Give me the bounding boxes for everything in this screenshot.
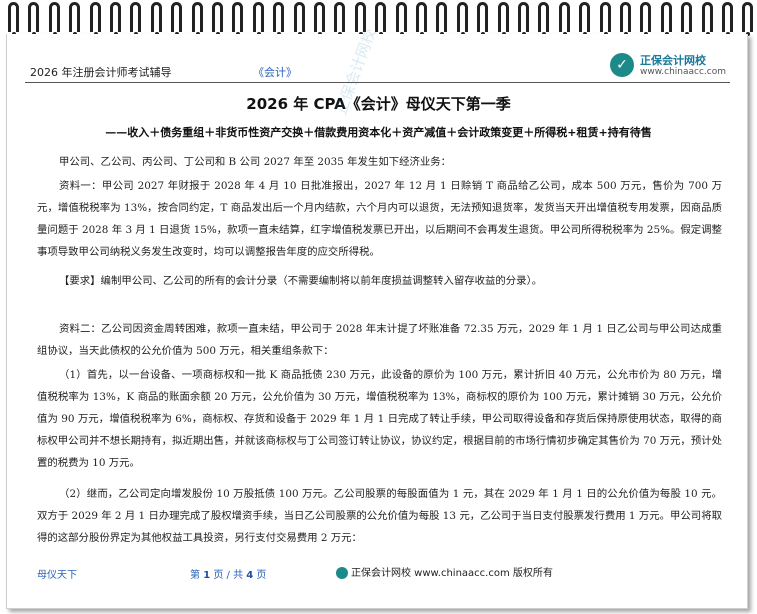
binding-ring xyxy=(640,2,652,36)
binding-ring xyxy=(477,2,489,36)
binding-ring xyxy=(497,2,509,36)
binding-ring xyxy=(538,2,550,36)
requirement-paragraph: 【要求】编制甲公司、乙公司的所有的会计分录（不需要编制将以前年度损益调整转入留存… xyxy=(59,275,543,287)
header-course: 2026 年注册会计师考试辅导 xyxy=(30,66,172,79)
binding-ring xyxy=(456,2,468,36)
footer-copyright: 正保会计网校 www.chinaacc.com 版权所有 xyxy=(336,564,553,579)
brand-logo: ✓ 正保会计网校 www.chinaacc.com xyxy=(610,52,740,86)
binding-ring xyxy=(171,2,183,36)
binding-ring xyxy=(436,2,448,36)
binding-ring xyxy=(48,2,60,36)
binding-ring xyxy=(681,2,693,36)
binding-ring xyxy=(314,2,325,36)
binding-ring xyxy=(273,2,285,36)
binding-ring xyxy=(110,2,121,36)
logo-url: www.chinaacc.com xyxy=(640,67,726,77)
binding-ring xyxy=(293,2,305,36)
binding-ring xyxy=(742,2,754,36)
binding-ring xyxy=(416,2,427,36)
binding-ring xyxy=(69,2,81,36)
footer-page-indicator: 第 1 页 / 共 4 页 xyxy=(190,566,266,581)
page-prefix: 第 xyxy=(190,570,200,581)
page-suffix: 页 xyxy=(256,570,267,581)
page-current: 1 xyxy=(203,570,211,581)
material-one-paragraph: 资料一：甲公司 2027 年财报于 2028 年 4 月 10 日批准报出，20… xyxy=(37,180,722,258)
binding-ring xyxy=(334,2,346,36)
logo-mark-icon: ✓ xyxy=(610,53,634,77)
binding-ring xyxy=(660,2,672,36)
binding-ring xyxy=(130,2,142,36)
binding-ring xyxy=(722,2,733,36)
binding-ring xyxy=(232,2,244,36)
binding-ring xyxy=(212,2,223,36)
binding-ring xyxy=(8,2,19,36)
binding-ring xyxy=(599,2,611,36)
binding-ring xyxy=(518,2,529,36)
document-title: 2026 年 CPA《会计》母仪天下第一季 xyxy=(246,95,511,113)
page-mid: 页 / 共 xyxy=(213,570,244,581)
binding-ring xyxy=(579,2,591,36)
binding-ring xyxy=(89,2,101,36)
binding-ring xyxy=(558,2,570,36)
document-subtitle: ——收入＋债务重组＋非货币性资产交换＋借款费用资本化＋资产减值＋会计政策变更＋所… xyxy=(105,126,652,139)
material-two-paragraph: 资料二：乙公司因资金周转困难，款项一直未结，甲公司于 2028 年末计提了坏账准… xyxy=(37,323,722,357)
item-two-paragraph: （2）继而，乙公司定向增发股份 10 万股抵债 100 万元。乙公司股票的每股面… xyxy=(37,488,722,544)
binding-ring xyxy=(395,2,407,36)
item-one-paragraph: （1）首先，以一台设备、一项商标权和一批 K 商品抵债 230 万元，此设备的原… xyxy=(37,369,722,469)
intro-paragraph: 甲公司、乙公司、丙公司、丁公司和 B 公司 2027 年至 2035 年发生如下… xyxy=(59,156,452,168)
footer-series: 母仪天下 xyxy=(37,570,77,581)
header-subject: 《会计》 xyxy=(253,66,297,79)
footer-logo-icon xyxy=(336,567,348,579)
binding-ring xyxy=(191,2,203,36)
binding-ring xyxy=(28,2,40,36)
page-total: 4 xyxy=(246,570,254,581)
logo-name: 正保会计网校 xyxy=(640,54,706,67)
header-divider xyxy=(25,82,730,83)
binding-ring xyxy=(701,2,713,36)
footer-brand-text: 正保会计网校 www.chinaacc.com 版权所有 xyxy=(351,568,553,579)
binding-ring xyxy=(150,2,162,36)
binding-ring xyxy=(375,2,387,36)
binding-ring xyxy=(252,2,264,36)
binding-ring xyxy=(620,2,631,36)
